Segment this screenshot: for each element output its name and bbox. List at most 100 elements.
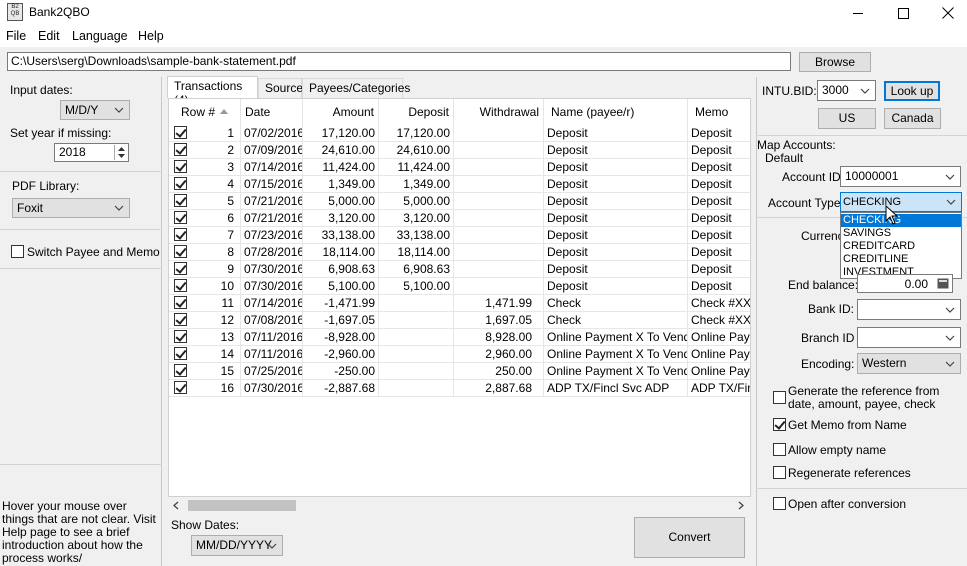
scrollbar-thumb[interactable] <box>188 500 296 511</box>
column-header[interactable]: Row # <box>169 99 241 125</box>
table-cell-name: Deposit <box>544 142 688 159</box>
table-cell-deposit: 5,100.00 <box>379 278 454 295</box>
regenerate-checkbox[interactable] <box>773 466 786 479</box>
convert-button[interactable]: Convert <box>634 517 745 558</box>
table-cell-withdrawal <box>454 125 544 142</box>
table-cell-amount: 3,120.00 <box>303 210 379 227</box>
branch-id-select[interactable] <box>857 327 961 348</box>
column-header[interactable]: Withdrawal <box>454 99 544 125</box>
dropdown-option[interactable]: SAVINGS <box>841 227 961 240</box>
table-cell-date: 07/09/2016 <box>241 142 303 159</box>
us-button[interactable]: US <box>818 108 876 129</box>
minimize-button[interactable] <box>835 0 881 26</box>
pdf-library-value: Foxit <box>17 201 44 215</box>
tab-transactions[interactable]: Transactions (4) <box>167 76 258 107</box>
table-cell-amount: 6,908.63 <box>303 261 379 278</box>
table-row[interactable]: 10 07/30/2016 5,100.00 5,100.00 Deposit Depos… <box>169 278 750 295</box>
table-row[interactable]: 2 07/09/2016 24,610.00 24,610.00 Deposit Depo… <box>169 142 750 159</box>
table-cell-withdrawal <box>454 278 544 295</box>
menu-language[interactable]: Language <box>72 29 128 43</box>
table-cell-memo: Deposit <box>688 244 750 261</box>
bank-id-select[interactable] <box>857 299 961 320</box>
menu-edit[interactable]: Edit <box>38 29 60 43</box>
dropdown-option[interactable]: CREDITCARD <box>841 240 961 253</box>
table-row[interactable]: 9 07/30/2016 6,908.63 6,908.63 Deposit Deposi… <box>169 261 750 278</box>
file-path-input[interactable]: C:\Users\serg\Downloads\sample-bank-stat… <box>7 52 791 71</box>
table-row[interactable]: 8 07/28/2016 18,114.00 18,114.00 Deposit Depo… <box>169 244 750 261</box>
dropdown-option[interactable]: CREDITLINE <box>841 253 961 266</box>
table-row[interactable]: 7 07/23/2016 33,138.00 33,138.00 Deposit Depo… <box>169 227 750 244</box>
end-balance-input[interactable]: 0.00 <box>857 274 953 293</box>
table-row[interactable]: 12 07/08/2016 -1,697.05 1,697.05 Check Check … <box>169 312 750 329</box>
table-row[interactable]: 13 07/11/2016 -8,928.00 8,928.00 Online Paym… <box>169 329 750 346</box>
table-cell-name: Deposit <box>544 261 688 278</box>
help-text: Hover your mouse over things that are no… <box>2 499 156 565</box>
table-row[interactable]: 6 07/21/2016 3,120.00 3,120.00 Deposit Deposi… <box>169 210 750 227</box>
table-cell-date: 07/02/2016 <box>241 125 303 142</box>
year-spinner[interactable]: 2018 <box>54 143 129 162</box>
table-row[interactable]: 15 07/25/2016 -250.00 250.00 Online Payment … <box>169 363 750 380</box>
table-cell-row-number: 11 <box>169 295 241 312</box>
show-dates-select[interactable]: MM/DD/YYYY <box>191 535 283 556</box>
account-id-select[interactable]: 10000001 <box>840 166 961 187</box>
table-cell-amount: 11,424.00 <box>303 159 379 176</box>
chevron-down-icon <box>945 335 955 341</box>
table-cell-memo: Deposit <box>688 210 750 227</box>
table-cell-date: 07/08/2016 <box>241 312 303 329</box>
account-type-select[interactable]: CHECKING <box>840 192 962 212</box>
table-cell-deposit: 1,349.00 <box>379 176 454 193</box>
table-row[interactable]: 16 07/30/2016 -2,887.68 2,887.68 ADP TX/Finc… <box>169 380 750 397</box>
table-cell-deposit <box>379 363 454 380</box>
get-memo-label: Get Memo from Name <box>788 418 907 432</box>
encoding-label: Encoding: <box>801 357 855 371</box>
column-header[interactable]: Date <box>241 99 303 125</box>
regenerate-label: Regenerate references <box>788 466 911 480</box>
column-header[interactable]: Name (payee/r) <box>544 99 688 125</box>
column-header[interactable]: Deposit <box>379 99 454 125</box>
divider <box>756 135 967 136</box>
table-cell-withdrawal <box>454 261 544 278</box>
tab-payees-categories[interactable]: Payees/Categories <box>302 78 410 98</box>
horizontal-scrollbar[interactable] <box>168 497 751 514</box>
table-cell-row-number: 6 <box>169 210 241 227</box>
canada-button[interactable]: Canada <box>884 108 941 129</box>
table-cell-row-number: 15 <box>169 363 241 380</box>
switch-payee-memo-checkbox[interactable] <box>11 245 24 258</box>
allow-empty-checkbox[interactable] <box>773 443 786 456</box>
generate-ref-checkbox[interactable] <box>773 391 786 404</box>
lookup-button[interactable]: Look up <box>884 81 940 101</box>
table-cell-amount: 24,610.00 <box>303 142 379 159</box>
browse-button[interactable]: Browse <box>799 52 871 72</box>
table-row[interactable]: 11 07/14/2016 -1,471.99 1,471.99 Check Check … <box>169 295 750 312</box>
table-row[interactable]: 1 07/02/2016 17,120.00 17,120.00 Deposit Depo… <box>169 125 750 142</box>
open-after-checkbox[interactable] <box>773 497 786 510</box>
dropdown-option[interactable]: CHECKING <box>841 214 961 227</box>
table-row[interactable]: 5 07/21/2016 5,000.00 5,000.00 Deposit Deposi… <box>169 193 750 210</box>
divider <box>756 488 967 489</box>
pdf-library-select[interactable]: Foxit <box>12 198 130 218</box>
account-type-dropdown: CHECKING SAVINGS CREDITCARD CREDITLINE I… <box>840 212 962 279</box>
divider <box>0 171 162 172</box>
column-header[interactable]: Amount <box>303 99 379 125</box>
table-cell-row-number: 1 <box>169 125 241 142</box>
table-row[interactable]: 4 07/15/2016 1,349.00 1,349.00 Deposit Deposi… <box>169 176 750 193</box>
input-dates-select[interactable]: M/D/Y <box>60 100 130 120</box>
table-cell-memo: Deposit <box>688 159 750 176</box>
menu-help[interactable]: Help <box>138 29 164 43</box>
tab-source[interactable]: Source <box>258 78 303 98</box>
intu-bid-select[interactable]: 3000 <box>817 80 876 101</box>
encoding-select[interactable]: Western <box>857 353 961 374</box>
table-cell-amount: -8,928.00 <box>303 329 379 346</box>
maximize-button[interactable] <box>880 0 926 26</box>
spinner-arrows-icon[interactable] <box>114 145 127 160</box>
close-button[interactable] <box>925 0 967 26</box>
minimize-icon <box>853 13 863 14</box>
table-cell-date: 07/11/2016 <box>241 329 303 346</box>
menu-file[interactable]: File <box>6 29 26 43</box>
column-header[interactable]: Memo <box>688 99 750 125</box>
table-cell-withdrawal: 250.00 <box>454 363 544 380</box>
table-cell-withdrawal <box>454 227 544 244</box>
table-row[interactable]: 14 07/11/2016 -2,960.00 2,960.00 Online Paym… <box>169 346 750 363</box>
table-row[interactable]: 3 07/14/2016 11,424.00 11,424.00 Deposit Depo… <box>169 159 750 176</box>
get-memo-checkbox[interactable] <box>773 418 786 431</box>
